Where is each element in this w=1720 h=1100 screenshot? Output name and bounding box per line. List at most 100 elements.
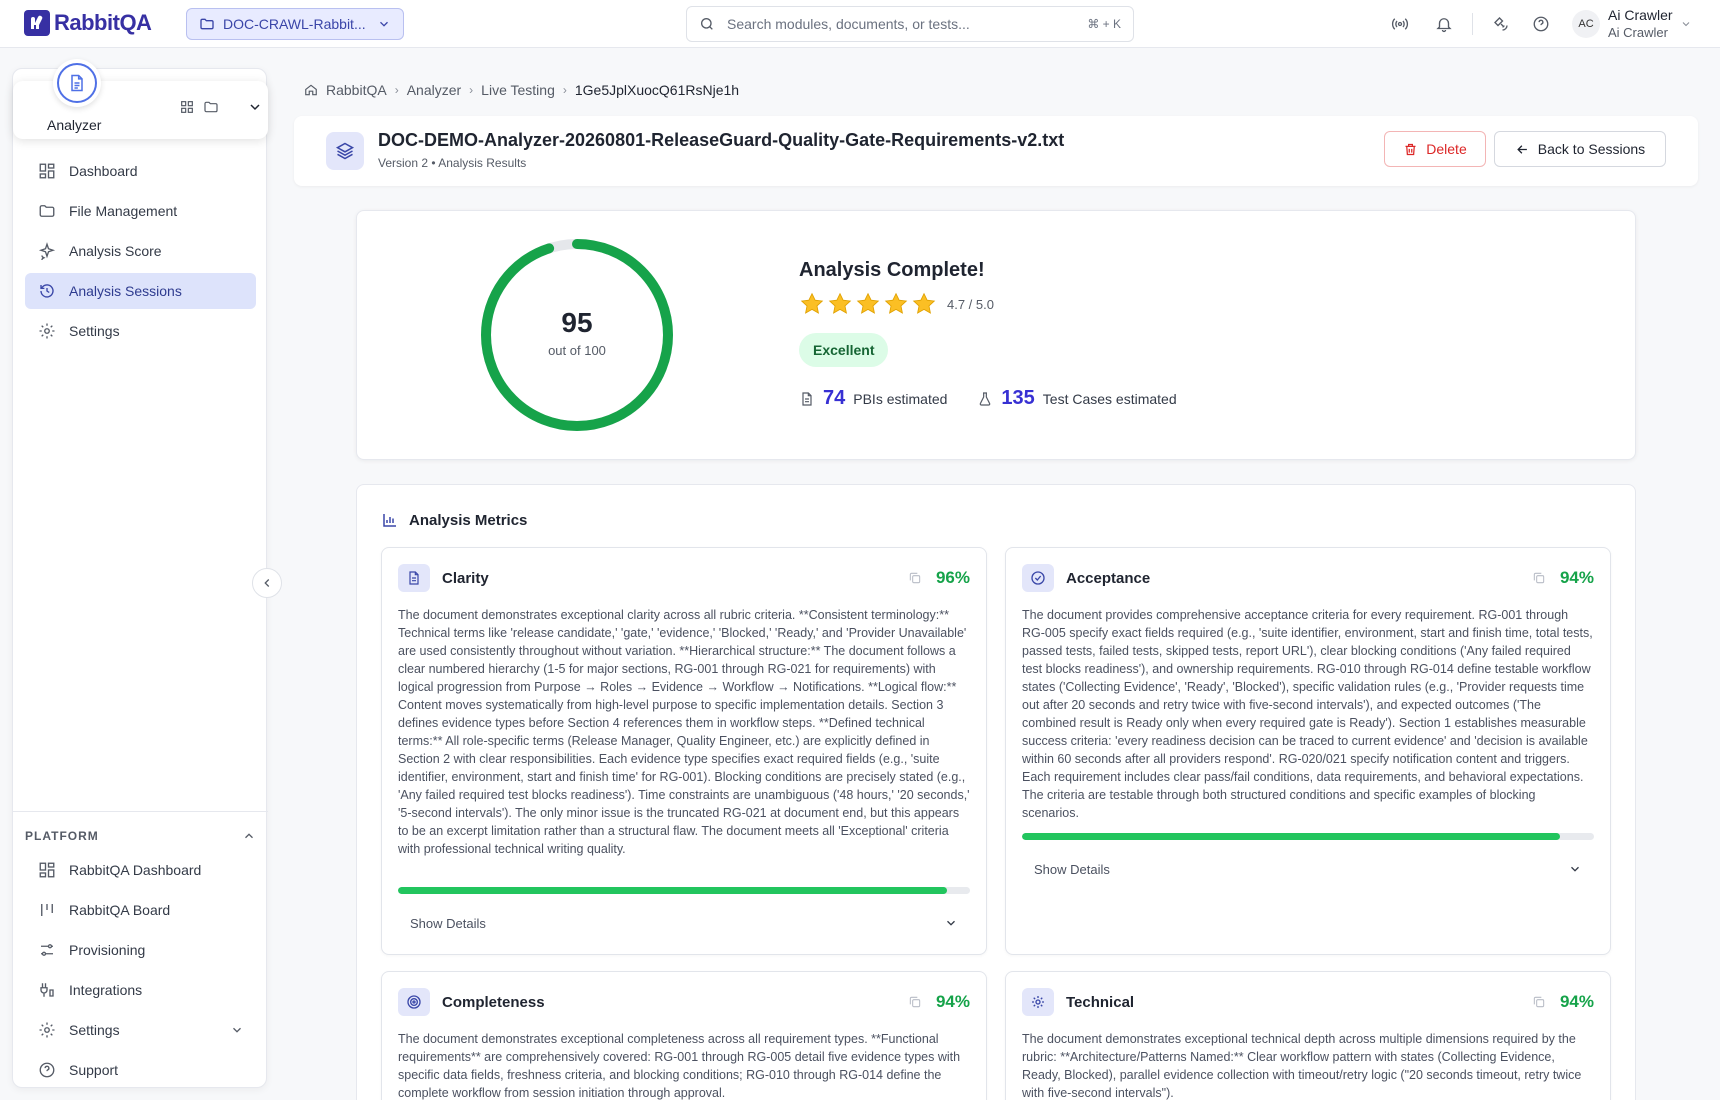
chevron-down-icon <box>1568 862 1582 876</box>
rating-text: 4.7 / 5.0 <box>947 296 994 312</box>
grid-icon[interactable] <box>179 99 195 115</box>
platform-item-rabbitqa-dashboard[interactable]: RabbitQA Dashboard <box>25 852 256 888</box>
sidebar-collapse-button[interactable] <box>252 568 282 598</box>
sliders-icon <box>37 940 57 960</box>
platform-item-label: Provisioning <box>69 942 146 958</box>
folder-icon <box>37 201 57 221</box>
broadcast-icon[interactable] <box>1388 12 1412 36</box>
metric-percent: 96% <box>935 568 970 587</box>
breadcrumb: RabbitQA › Analyzer › Live Testing › 1Ge… <box>304 82 739 98</box>
bell-icon[interactable] <box>1432 12 1456 36</box>
document-icon <box>799 391 815 407</box>
sidebar-item-settings[interactable]: Settings <box>25 313 256 349</box>
metric-description: The document provides comprehensive acce… <box>1022 608 1593 820</box>
satellite-icon[interactable] <box>1489 12 1513 36</box>
gear-icon <box>37 1020 57 1040</box>
metric-description: The document demonstrates exceptional co… <box>398 1032 961 1100</box>
pbis-count: 74 <box>823 387 846 409</box>
chevron-right-icon: › <box>394 83 399 97</box>
rating-stars: 4.7 / 5.0 <box>799 291 994 317</box>
platform-item-settings[interactable]: Settings <box>25 1012 256 1048</box>
star-icon <box>856 292 880 314</box>
rabbit-logo-icon <box>24 10 50 36</box>
score-card: 95 out of 100 Analysis Complete! 4.7 / 5… <box>356 210 1636 460</box>
avatar[interactable]: AC <box>1572 10 1600 38</box>
search-icon <box>699 16 715 32</box>
copy-icon[interactable] <box>908 995 922 1009</box>
chevron-right-icon: › <box>562 83 567 97</box>
back-to-sessions-button[interactable]: Back to Sessions <box>1494 131 1666 167</box>
platform-item-rabbitqa-board[interactable]: RabbitQA Board <box>25 892 256 928</box>
star-icon <box>912 292 936 314</box>
metric-name: Clarity <box>442 569 489 587</box>
score-value: 95 <box>561 307 593 338</box>
sidebar-item-dashboard[interactable]: Dashboard <box>25 153 256 189</box>
search-input[interactable] <box>727 16 1076 32</box>
module-nav: Dashboard File Management Analysis Score… <box>25 153 256 353</box>
metric-card-clarity: Clarity 96% The document demonstrates ex… <box>381 547 987 955</box>
metric-progress-fill <box>1022 833 1560 840</box>
page-subtitle: Version 2 • Analysis Results <box>378 156 527 170</box>
user-name: Ai Crawler <box>1608 7 1673 23</box>
dashboard-icon <box>37 161 57 181</box>
delete-button[interactable]: Delete <box>1384 131 1486 167</box>
sidebar-item-label: Dashboard <box>69 163 138 179</box>
global-search[interactable]: ⌘ + K <box>686 6 1134 42</box>
copy-icon[interactable] <box>1532 571 1546 585</box>
project-selector[interactable]: DOC-CRAWL-Rabbit... <box>186 8 404 40</box>
platform-item-label: Integrations <box>69 982 143 998</box>
breadcrumb-current: 1Ge5JplXuocQ61RsNje1h <box>574 82 740 98</box>
bar-chart-icon <box>381 511 399 529</box>
metrics-header: Analysis Metrics <box>381 511 527 529</box>
platform-item-label: RabbitQA Dashboard <box>69 862 202 878</box>
sidebar-item-analysis-score[interactable]: Analysis Score <box>25 233 256 269</box>
show-details-toggle[interactable]: Show Details <box>398 908 970 938</box>
platform-item-integrations[interactable]: Integrations <box>25 972 256 1008</box>
layers-icon <box>326 132 364 170</box>
folder-icon[interactable] <box>203 99 219 115</box>
metric-progress-fill <box>398 887 948 894</box>
help-icon[interactable] <box>1529 12 1553 36</box>
tests-label: Test Cases estimated <box>1042 390 1177 407</box>
platform-item-support[interactable]: Support <box>25 1052 256 1088</box>
metric-progress-bar <box>398 887 970 894</box>
logo[interactable]: RabbitQA <box>24 10 152 36</box>
copy-icon[interactable] <box>908 571 922 585</box>
metric-name: Technical <box>1066 993 1135 1011</box>
show-details-toggle[interactable]: Show Details <box>1022 854 1594 884</box>
top-actions <box>1388 12 1553 36</box>
sidebar-item-label: File Management <box>69 203 178 219</box>
show-details-label: Show Details <box>410 915 486 931</box>
cog-icon <box>1022 988 1054 1016</box>
module-switcher[interactable]: Analyzer <box>13 59 268 139</box>
check-circle-icon <box>1022 564 1054 592</box>
breadcrumb-item[interactable]: RabbitQA <box>326 82 387 98</box>
chevron-down-icon[interactable] <box>247 99 263 115</box>
metric-percent: 94% <box>1559 568 1594 587</box>
sidebar: Analyzer Dashboard File Management Analy… <box>12 59 268 1088</box>
copy-icon[interactable] <box>1532 995 1546 1009</box>
chevron-down-icon[interactable] <box>1680 18 1692 30</box>
user-subtitle: Ai Crawler <box>1608 25 1668 40</box>
breadcrumb-item[interactable]: Analyzer <box>407 82 461 98</box>
platform-header[interactable]: PLATFORM <box>13 820 268 852</box>
platform-item-provisioning[interactable]: Provisioning <box>25 932 256 968</box>
home-icon[interactable] <box>304 83 318 97</box>
sidebar-item-analysis-sessions[interactable]: Analysis Sessions <box>25 273 256 309</box>
breadcrumb-item[interactable]: Live Testing <box>481 82 555 98</box>
chevron-left-icon <box>260 576 274 590</box>
user-menu[interactable]: Ai Crawler Ai Crawler <box>1608 6 1673 42</box>
integrations-icon <box>37 980 57 1000</box>
score-max: out of 100 <box>548 343 606 358</box>
estimates: 74 PBIs estimated 135 Test Cases estimat… <box>799 387 1199 410</box>
metric-description: The document demonstrates exceptional te… <box>1022 1032 1582 1100</box>
sparkle-icon <box>37 241 57 261</box>
flask-icon <box>977 391 993 407</box>
chevron-right-icon: › <box>469 83 474 97</box>
sidebar-item-file-management[interactable]: File Management <box>25 193 256 229</box>
search-shortcut: ⌘ + K <box>1087 17 1121 31</box>
top-bar: RabbitQA DOC-CRAWL-Rabbit... ⌘ + K <box>0 0 1720 48</box>
page-title: DOC-DEMO-Analyzer-20260801-ReleaseGuard-… <box>378 130 1065 150</box>
project-selector-label: DOC-CRAWL-Rabbit... <box>223 16 366 32</box>
metrics-title: Analysis Metrics <box>409 511 528 529</box>
